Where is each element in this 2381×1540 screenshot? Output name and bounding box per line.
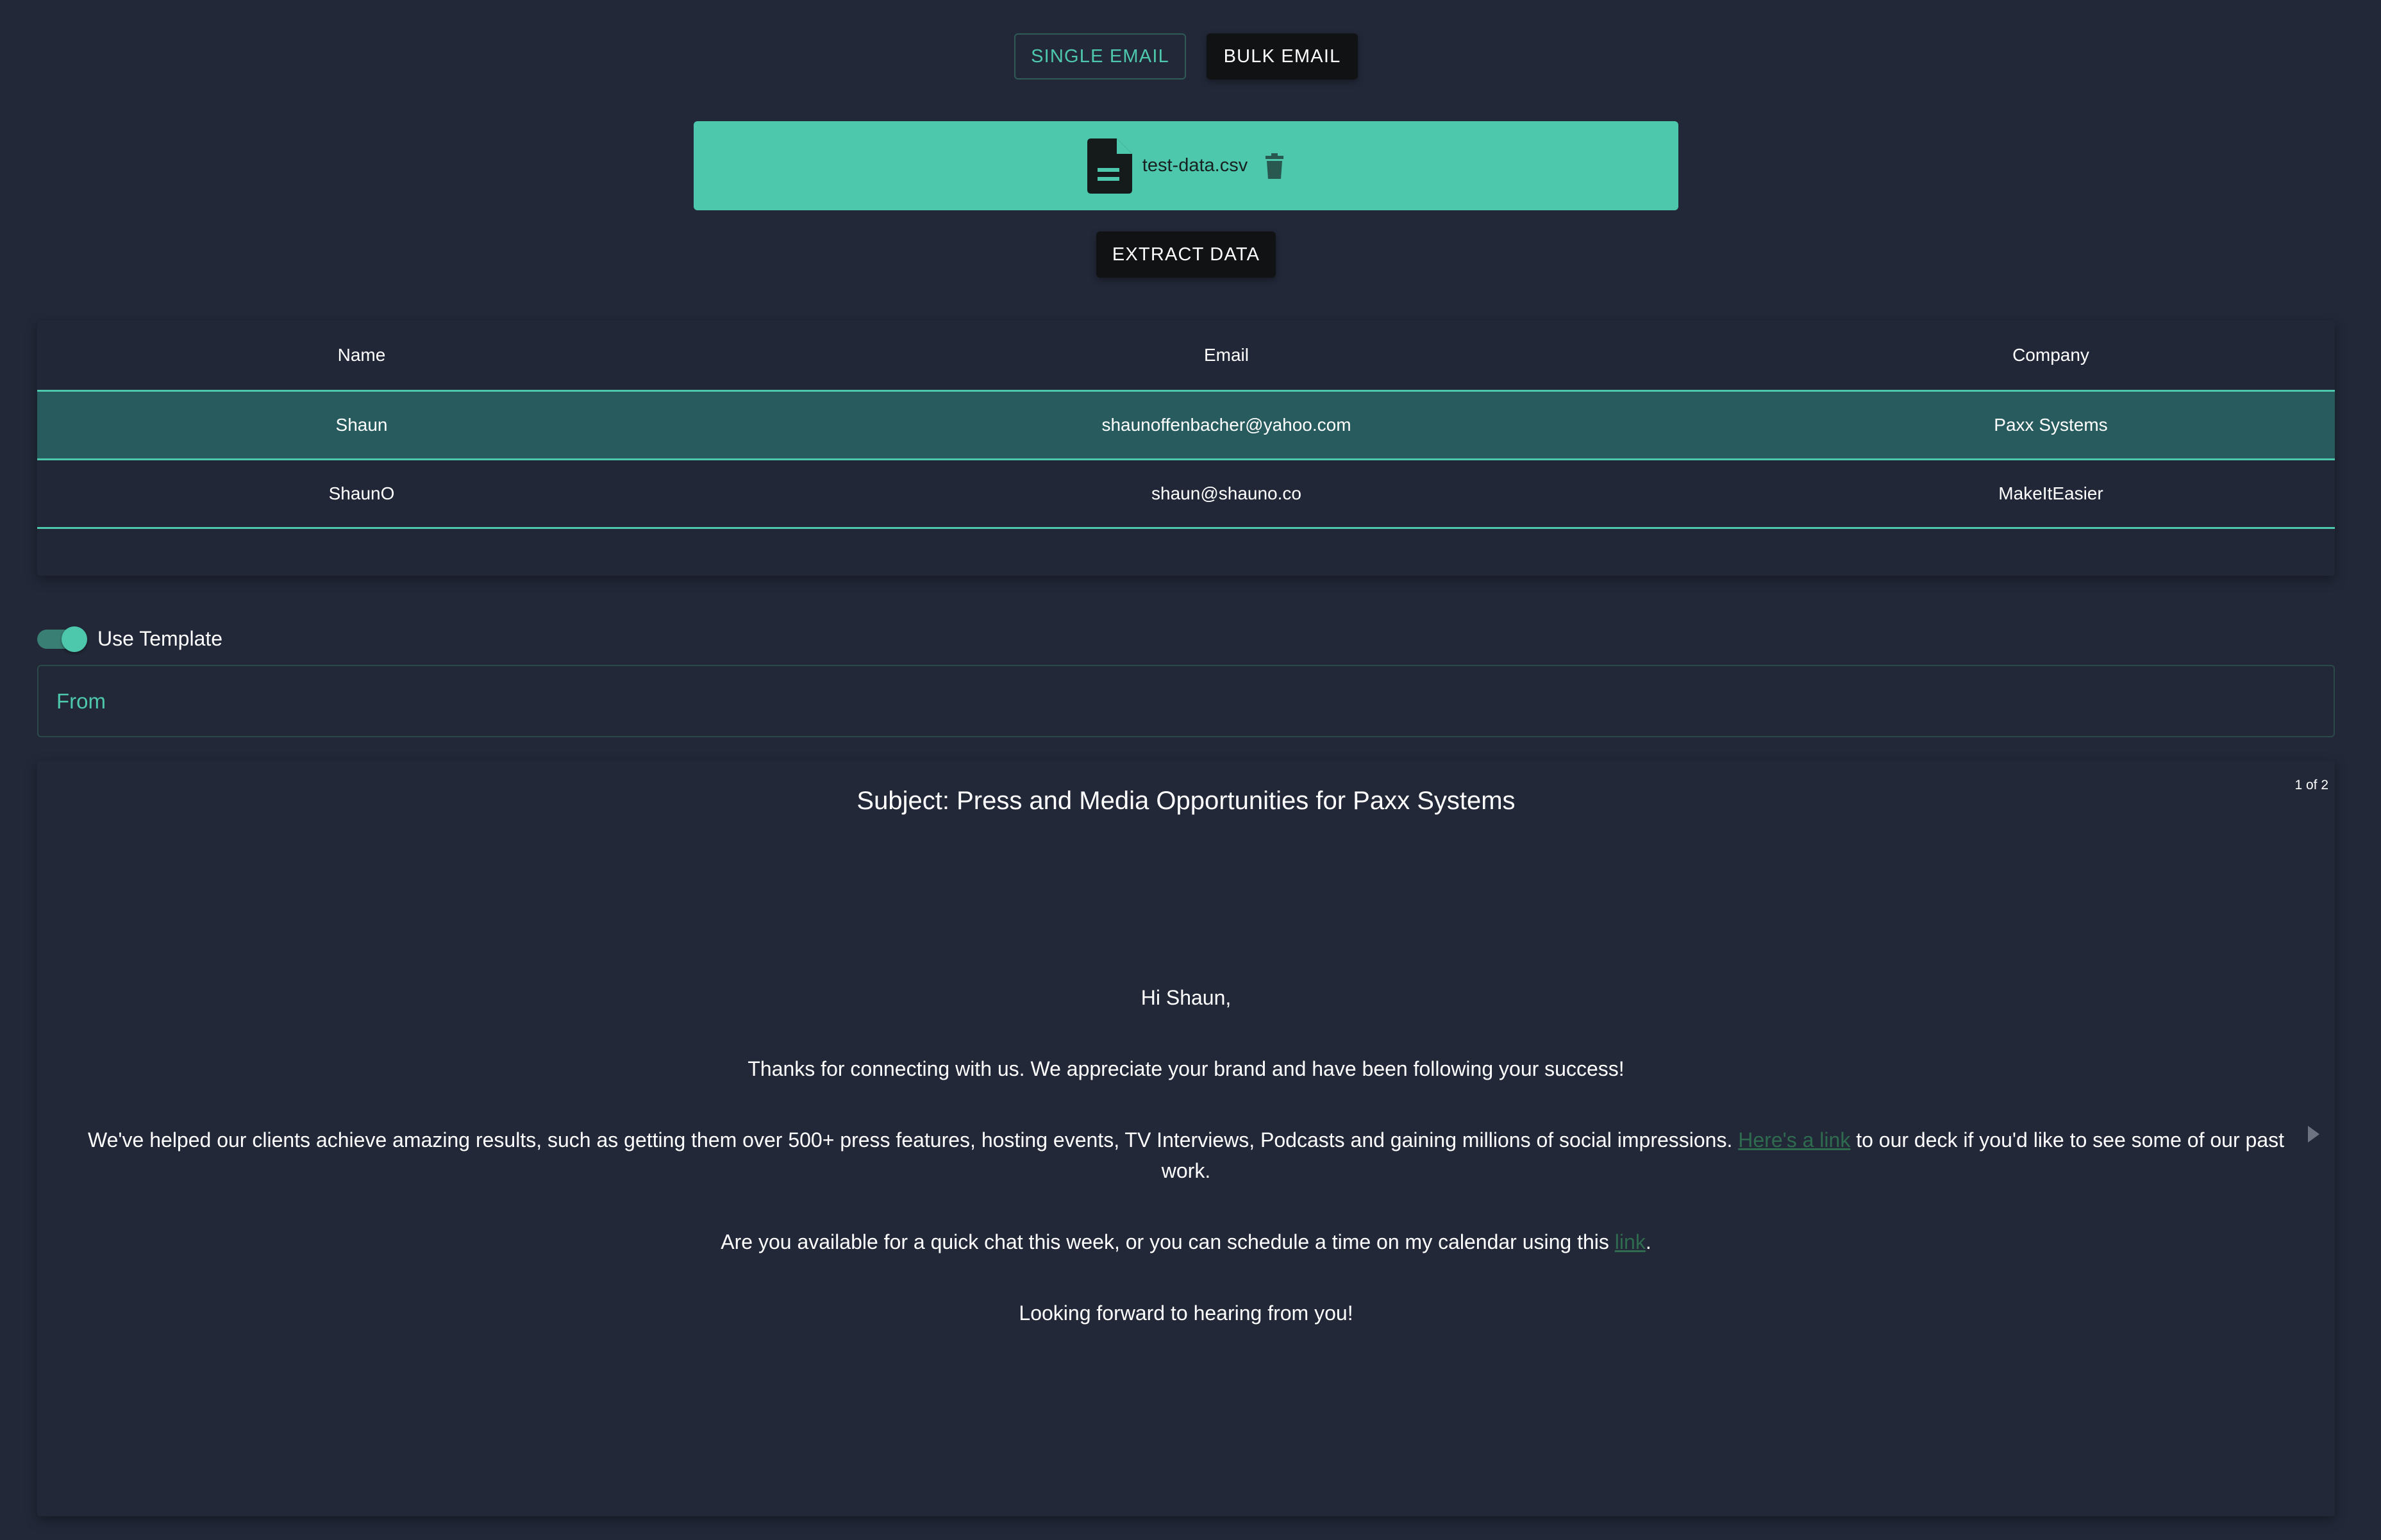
use-template-label: Use Template xyxy=(97,627,223,650)
column-header-email[interactable]: Email xyxy=(686,345,1767,365)
email-paragraph: Thanks for connecting with us. We apprec… xyxy=(748,1057,1625,1080)
cell-company: Paxx Systems xyxy=(1994,415,2108,435)
cell-email: shaun@shauno.co xyxy=(1151,483,1301,503)
file-name: test-data.csv xyxy=(1142,155,1248,176)
email-greeting: Hi Shaun, xyxy=(1140,986,1232,1009)
column-header-company[interactable]: Company xyxy=(1767,345,2335,365)
table-row[interactable]: ShaunO shaun@shauno.co MakeItEasier xyxy=(37,460,2335,529)
from-input[interactable] xyxy=(55,688,2334,714)
table-header-row: Name Email Company xyxy=(37,321,2335,392)
cell-name: Shaun xyxy=(335,415,388,435)
paragraph-text: Are you available for a quick chat this … xyxy=(721,1230,1615,1253)
paragraph-text: . xyxy=(1645,1230,1651,1253)
use-template-toggle[interactable] xyxy=(37,626,87,652)
cell-company: MakeItEasier xyxy=(1998,483,2103,503)
trash-icon[interactable] xyxy=(1264,153,1285,179)
email-preview: 1 of 2 Subject: Press and Media Opportun… xyxy=(37,761,2335,1516)
extract-data-button[interactable]: EXTRACT DATA xyxy=(1096,231,1276,278)
chevron-right-icon[interactable] xyxy=(2307,1125,2321,1144)
bulk-email-button[interactable]: BULK EMAIL xyxy=(1207,33,1358,80)
deck-link[interactable]: Here's a link xyxy=(1738,1128,1850,1151)
toggle-thumb xyxy=(62,626,87,652)
column-header-name[interactable]: Name xyxy=(37,345,686,365)
file-document-icon xyxy=(1087,138,1132,194)
use-template-control: Use Template xyxy=(37,626,223,652)
cell-name: ShaunO xyxy=(328,483,395,503)
from-field-container xyxy=(37,665,2335,737)
single-email-button[interactable]: SINGLE EMAIL xyxy=(1014,33,1186,80)
email-subject: Subject: Press and Media Opportunities f… xyxy=(856,787,1516,815)
email-paragraph: Are you available for a quick chat this … xyxy=(82,1226,2290,1257)
cell-email: shaunoffenbacher@yahoo.com xyxy=(1101,415,1351,435)
paragraph-text: We've helped our clients achieve amazing… xyxy=(88,1128,1739,1151)
file-upload-bar[interactable]: test-data.csv xyxy=(694,121,1678,210)
email-paragraph: We've helped our clients achieve amazing… xyxy=(82,1125,2290,1186)
email-closing: Looking forward to hearing from you! xyxy=(1019,1301,1353,1325)
calendar-link[interactable]: link xyxy=(1615,1230,1646,1253)
table-row[interactable]: Shaun shaunoffenbacher@yahoo.com Paxx Sy… xyxy=(37,392,2335,460)
contacts-table: Name Email Company Shaun shaunoffenbache… xyxy=(37,321,2335,576)
